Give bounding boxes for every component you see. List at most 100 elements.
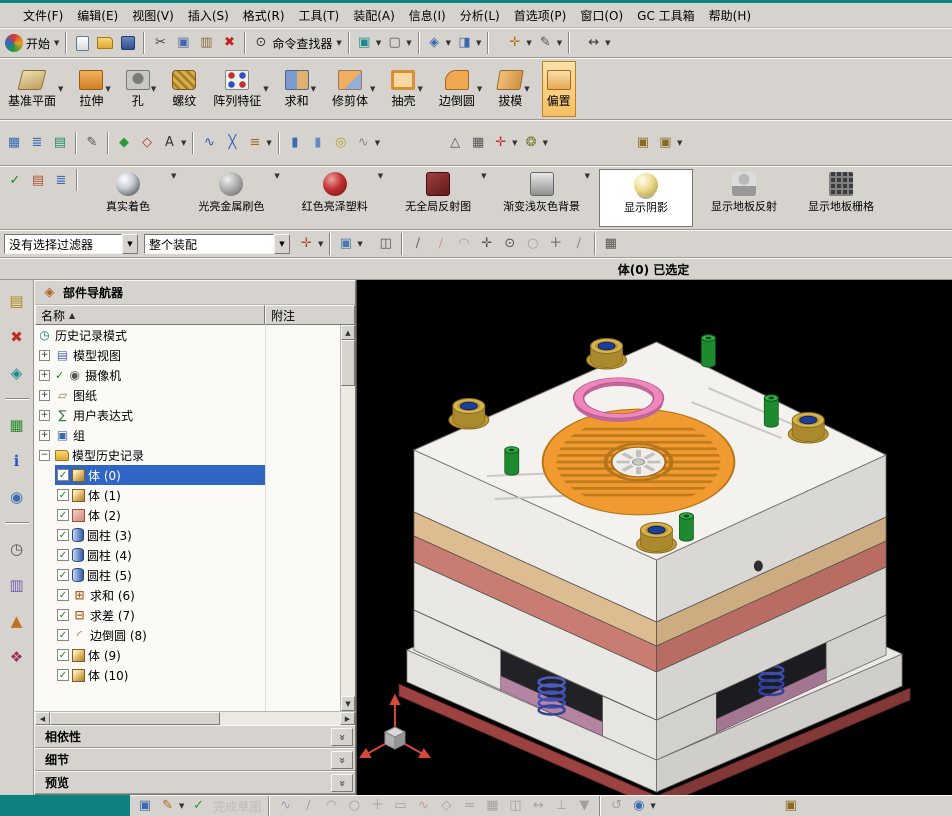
profile-curve-icon[interactable]: ∿ (198, 131, 220, 155)
coil-icon[interactable]: ∿▼ (353, 131, 382, 155)
dropdown-arrow-icon[interactable]: ▼ (263, 85, 268, 93)
annotate-pencil-icon[interactable]: ✎▼ (535, 31, 564, 55)
finish-sketch-icon[interactable]: ✓ (187, 797, 209, 816)
endpoint-snap-icon[interactable]: ∕ (430, 232, 452, 256)
assembly-box1-icon[interactable]: ▣ (632, 131, 654, 155)
tree-item[interactable]: ✓⊟求差 (7) (35, 605, 340, 625)
quadrant-snap-icon[interactable]: ○ (522, 232, 544, 256)
menu-item[interactable]: 装配(A) (346, 4, 402, 27)
sketch-environment-icon[interactable]: ✎▼ (157, 797, 186, 816)
list-display-icon[interactable]: ≣ (50, 169, 72, 193)
dropdown-arrow-icon[interactable]: ▼ (512, 139, 517, 147)
selection-scope-combo[interactable]: 整个装配 ▼ (144, 234, 290, 254)
tree-item[interactable]: ✓体 (2) (35, 505, 340, 525)
tree-horizontal-scrollbar[interactable]: ◀ ▶ (35, 711, 355, 725)
feature-checkbox[interactable]: ✓ (57, 629, 69, 641)
vertical-scroll-thumb[interactable] (341, 340, 355, 386)
feature-checkbox[interactable]: ✓ (57, 489, 69, 501)
show-floor-grid-button[interactable]: 显示地板栅格 (795, 169, 887, 227)
expand-icon[interactable]: + (39, 370, 50, 381)
feature-checkbox[interactable]: ✓ (57, 549, 69, 561)
paste-icon[interactable]: ▥ (195, 31, 217, 55)
dropdown-arrow-icon[interactable]: ▼ (446, 39, 451, 47)
feature-checkbox[interactable]: ✓ (57, 649, 69, 661)
column-header-name[interactable]: 名称 ▲ (35, 305, 265, 325)
dropdown-arrow-icon[interactable]: ▼ (476, 39, 481, 47)
measure-icon[interactable]: ↔▼ (583, 31, 612, 55)
section-expand-button[interactable]: » (331, 774, 353, 792)
constraint-navigator-icon[interactable]: ✖ (5, 326, 29, 348)
tree-vertical-scrollbar[interactable]: ▲ ▼ (340, 325, 355, 711)
dropdown-arrow-icon[interactable]: ▼ (274, 172, 279, 180)
tree-item[interactable]: ✓体 (0) (35, 465, 340, 485)
scroll-down-icon[interactable]: ▼ (341, 696, 355, 711)
spell-check-icon[interactable]: A▼ (159, 131, 188, 155)
tree-item[interactable]: +✓◉摄像机 (35, 365, 340, 385)
dropdown-arrow-icon[interactable]: ▼ (477, 85, 482, 93)
pattern-star-icon[interactable]: ✛▼ (490, 131, 519, 155)
offset-curve-icon[interactable]: ≈ (458, 797, 480, 816)
circle-icon[interactable]: ○ (343, 797, 365, 816)
expand-icon[interactable]: + (39, 410, 50, 421)
tree-item[interactable]: ✓圆柱 (5) (35, 565, 340, 585)
section-expand-button[interactable]: » (331, 728, 353, 746)
menu-item[interactable]: 视图(V) (125, 4, 181, 27)
task-environment-icon[interactable]: ▣ (134, 797, 156, 816)
trim-body-button[interactable]: 修剪体▼ (328, 61, 378, 117)
tree-item[interactable]: ✓体 (1) (35, 485, 340, 505)
horizontal-scroll-track[interactable] (220, 712, 340, 725)
dropdown-arrow-icon[interactable]: ▼ (406, 39, 411, 47)
datum-plane-button[interactable]: 基准平面▼ (4, 61, 66, 117)
hd3d-tool-icon[interactable]: ℹ (5, 450, 29, 472)
menu-item[interactable]: 信息(I) (402, 4, 453, 27)
tree-item[interactable]: ✓体 (10) (35, 665, 340, 685)
expand-icon[interactable]: + (39, 430, 50, 441)
intersection-snap-icon[interactable]: ✛ (476, 232, 498, 256)
project-curve-icon[interactable]: ≡▼ (244, 131, 273, 155)
dropdown-arrow-icon[interactable]: ▼ (311, 85, 316, 93)
feature-checkbox[interactable]: ✓ (57, 469, 69, 481)
dropdown-arrow-icon[interactable]: ▼ (417, 85, 422, 93)
navigator-section-细节[interactable]: 细节» (35, 748, 355, 771)
new-file-icon[interactable] (71, 31, 93, 55)
expand-icon[interactable]: + (39, 390, 50, 401)
feature-checkbox[interactable]: ✓ (57, 509, 69, 521)
dropdown-arrow-icon[interactable]: ▼ (54, 39, 59, 47)
save-icon[interactable] (117, 31, 139, 55)
section-expand-button[interactable]: » (331, 751, 353, 769)
navigator-section-预览[interactable]: 预览» (35, 771, 355, 794)
extrude-cylinder-icon[interactable]: ▮ (284, 131, 306, 155)
feature-checkbox[interactable]: ✓ (57, 569, 69, 581)
menu-item[interactable]: 帮助(H) (702, 4, 758, 27)
tree-item[interactable]: ✓体 (9) (35, 645, 340, 665)
history-icon[interactable]: ◷ (5, 538, 29, 560)
render-style-icon[interactable]: ◨▼ (454, 31, 483, 55)
dropdown-arrow-icon[interactable]: ▼ (181, 139, 186, 147)
pattern-curve-icon[interactable]: ▦ (481, 797, 503, 816)
constraint-icon[interactable]: ⊥ (550, 797, 572, 816)
selection-filter-dropdown-icon[interactable]: ▼ (122, 234, 138, 254)
dropdown-arrow-icon[interactable]: ▼ (318, 240, 323, 248)
feature-checkbox[interactable]: ✓ (57, 669, 69, 681)
tree-item[interactable]: ✓⊞求和 (6) (35, 585, 340, 605)
selection-scope-dropdown-icon[interactable]: ▼ (274, 234, 290, 254)
tree-item[interactable]: −模型历史记录 (35, 445, 340, 465)
menu-item[interactable]: 格式(R) (236, 4, 292, 27)
midpoint-snap-icon[interactable]: ◠ (453, 232, 475, 256)
reuse-library-icon[interactable]: ▦ (5, 414, 29, 436)
menu-item[interactable]: 插入(S) (181, 4, 236, 27)
arc-icon[interactable]: ◠ (320, 797, 342, 816)
grid-snap-icon[interactable]: ▦ (600, 232, 622, 256)
vector-icon[interactable]: ◇ (136, 131, 158, 155)
part-navigator-icon[interactable]: ◈ (5, 362, 29, 384)
show-shadow-button[interactable]: 显示阴影 (599, 169, 693, 227)
delete-icon[interactable]: ✖ (218, 31, 240, 55)
existing-point-snap-icon[interactable]: ＋ (545, 232, 567, 256)
menu-item[interactable]: GC 工具箱 (630, 4, 702, 27)
draft-button[interactable]: 拔模▼ (494, 61, 532, 117)
table-display-icon[interactable]: ▤ (27, 169, 49, 193)
dropdown-arrow-icon[interactable]: ▼ (557, 39, 562, 47)
menu-item[interactable]: 首选项(P) (507, 4, 574, 27)
web-browser-icon[interactable]: ◉ (5, 486, 29, 508)
open-icon[interactable] (94, 31, 116, 55)
